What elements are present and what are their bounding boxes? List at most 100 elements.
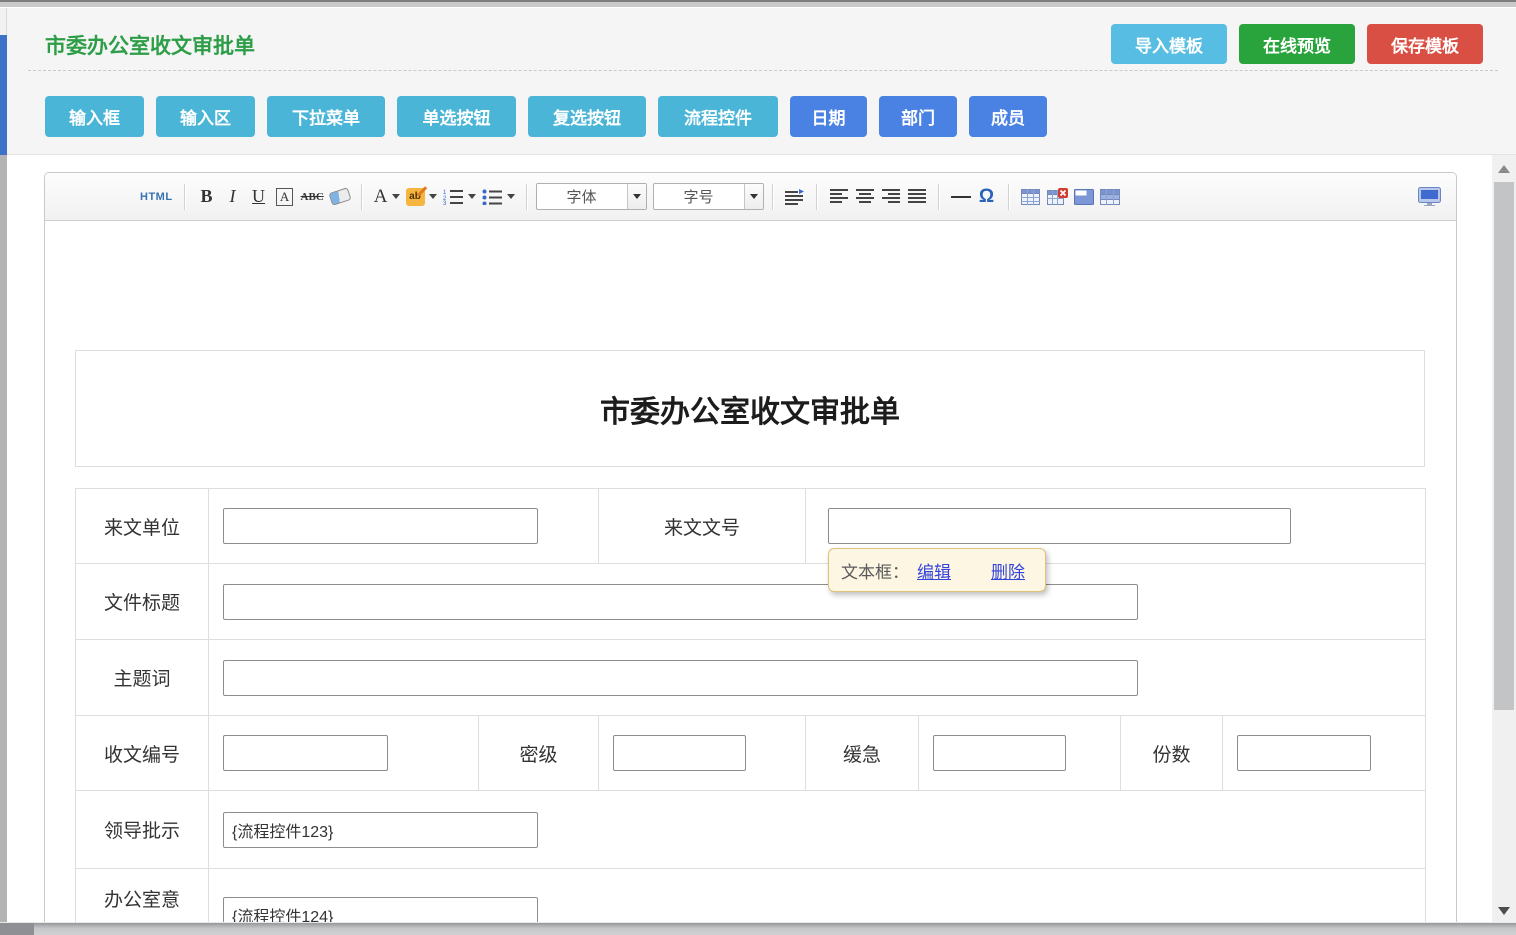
add-dropdown-button[interactable]: 下拉菜单 (267, 96, 385, 137)
italic-button[interactable]: I (220, 182, 246, 212)
cell-properties-button[interactable] (1071, 182, 1097, 212)
font-size-select[interactable]: 字号 (653, 183, 764, 210)
receipt-number-input[interactable] (223, 735, 388, 771)
scroll-up-arrow-icon[interactable] (1498, 165, 1510, 173)
toolbar-separator (772, 184, 774, 210)
incoming-number-input[interactable] (828, 508, 1291, 544)
add-checkbox-button[interactable]: 复选按钮 (528, 96, 646, 137)
align-center-button[interactable] (852, 182, 878, 212)
security-cell (599, 716, 806, 791)
window-top-edge (0, 0, 1516, 8)
leader-comment-label: 领导批示 (76, 791, 209, 869)
bold-button[interactable]: B (194, 182, 220, 212)
add-input-box-button[interactable]: 输入框 (45, 96, 144, 137)
scroll-down-arrow-icon[interactable] (1498, 907, 1510, 915)
table-icon (1021, 189, 1040, 205)
table-row: 文件标题 (76, 564, 1426, 640)
strikethrough-button[interactable]: ABC (298, 182, 327, 212)
add-radio-button[interactable]: 单选按钮 (397, 96, 516, 137)
underline-button[interactable]: U (246, 182, 272, 212)
toolbar-separator (938, 184, 940, 210)
vertical-scrollbar[interactable] (1492, 155, 1516, 922)
doc-title-label: 文件标题 (76, 564, 209, 640)
editor-canvas[interactable]: 市委办公室收文审批单 来文单位 来文文号 文件标题 主 (45, 221, 1456, 923)
fullscreen-button[interactable] (1415, 182, 1444, 212)
add-textarea-button[interactable]: 输入区 (156, 96, 255, 137)
security-label: 密级 (479, 716, 599, 791)
subject-label: 主题词 (76, 640, 209, 716)
font-size-value: 字号 (654, 184, 744, 209)
add-department-button[interactable]: 部门 (879, 96, 957, 137)
office-opinion-label-cell: 办公室意 (76, 869, 209, 924)
incoming-unit-cell (209, 489, 599, 564)
font-color-button[interactable]: A (371, 182, 403, 212)
font-family-select[interactable]: 字体 (536, 183, 647, 210)
table-row: 主题词 (76, 640, 1426, 716)
font-family-dropdown-button[interactable] (627, 184, 646, 209)
chevron-down-icon (750, 194, 758, 199)
save-template-button[interactable]: 保存模板 (1367, 24, 1483, 64)
table-row: 领导批示 (76, 791, 1426, 869)
urgency-input[interactable] (933, 735, 1066, 771)
table-row: 来文单位 来文文号 (76, 489, 1426, 564)
add-member-button[interactable]: 成员 (969, 96, 1047, 137)
incoming-number-label: 来文文号 (599, 489, 806, 564)
online-preview-button[interactable]: 在线预览 (1239, 24, 1355, 64)
remove-format-button[interactable] (327, 182, 353, 212)
import-template-button[interactable]: 导入模板 (1111, 24, 1227, 64)
toolbar-separator (526, 184, 528, 210)
edit-link[interactable]: 编辑 (917, 558, 951, 583)
align-right-button[interactable] (878, 182, 904, 212)
indent-button[interactable] (782, 182, 808, 212)
font-family-value: 字体 (537, 184, 627, 209)
delete-link[interactable]: 删除 (991, 558, 1025, 583)
highlight-color-button[interactable]: ab (403, 182, 440, 212)
scrollbar-thumb[interactable] (1494, 182, 1514, 710)
font-color-icon: A (374, 186, 388, 208)
table-row: 办公室意 (76, 869, 1426, 924)
page-header: 市委办公室收文审批单 导入模板 在线预览 保存模板 输入框 输入区 下拉菜单 单… (7, 8, 1516, 155)
align-center-icon (856, 189, 874, 204)
doc-title-cell (209, 564, 1426, 640)
row-properties-button[interactable] (1097, 182, 1123, 212)
add-flow-control-button[interactable]: 流程控件 (658, 96, 778, 137)
form-title-table: 市委办公室收文审批单 (75, 350, 1425, 467)
page-title: 市委办公室收文审批单 (45, 30, 255, 60)
special-char-button[interactable]: Ω (974, 182, 1000, 212)
bottom-edge-left-segment (0, 923, 34, 935)
font-size-dropdown-button[interactable] (744, 184, 763, 209)
justify-button[interactable] (904, 182, 930, 212)
editor-toolbar: HTML B I U A ABC A ab 123 (45, 173, 1456, 221)
chevron-down-icon (633, 194, 641, 199)
cell-properties-icon (1074, 189, 1094, 205)
office-opinion-label: 办公室意 (76, 869, 208, 912)
svg-text:3: 3 (443, 201, 447, 205)
chevron-down-icon (468, 194, 476, 199)
urgency-label: 缓急 (806, 716, 919, 791)
add-date-button[interactable]: 日期 (790, 96, 867, 137)
subject-input[interactable] (223, 660, 1138, 696)
leader-comment-input[interactable] (223, 812, 538, 848)
font-style-button[interactable]: A (272, 182, 298, 212)
incoming-unit-input[interactable] (223, 508, 538, 544)
security-input[interactable] (613, 735, 746, 771)
incoming-unit-label: 来文单位 (76, 489, 209, 564)
unordered-list-button[interactable] (479, 182, 518, 212)
delete-table-button[interactable] (1044, 182, 1071, 212)
header-actions: 导入模板 在线预览 保存模板 (1111, 24, 1483, 64)
source-code-button[interactable]: HTML (137, 182, 176, 212)
chevron-down-icon (392, 194, 400, 199)
insert-table-button[interactable] (1018, 182, 1044, 212)
header-divider (28, 70, 1498, 71)
copies-input[interactable] (1237, 735, 1371, 771)
align-right-icon (882, 189, 900, 204)
horizontal-rule-button[interactable] (948, 182, 974, 212)
window-bottom-edge (0, 922, 1516, 935)
copies-label: 份数 (1121, 716, 1223, 791)
align-left-button[interactable] (826, 182, 852, 212)
office-opinion-input[interactable] (223, 897, 538, 923)
table-row: 收文编号 密级 缓急 份数 (76, 716, 1426, 791)
toolbar-separator (184, 184, 186, 210)
ordered-list-button[interactable]: 123 (440, 182, 479, 212)
highlight-icon: ab (406, 188, 425, 206)
